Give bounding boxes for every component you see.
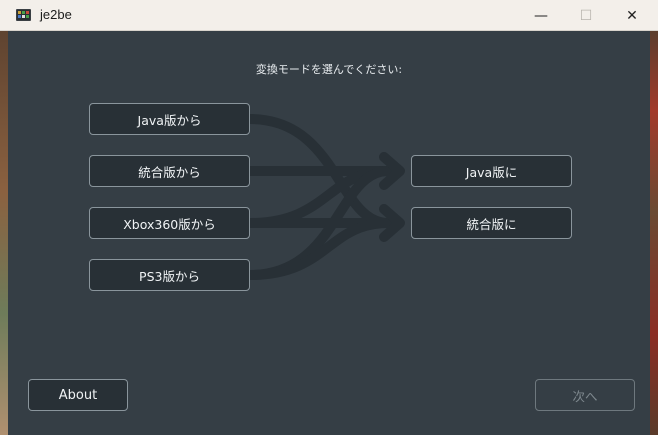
minimize-icon: — [534, 7, 548, 24]
from-java-button[interactable]: Java版から [89, 103, 250, 135]
app-icon [16, 9, 31, 21]
to-bedrock-button[interactable]: 統合版に [411, 207, 572, 239]
arrow-ps3-to-bedrock [245, 218, 393, 280]
mode-prompt: 変換モードを選んでください: [255, 63, 403, 76]
app-window: je2be — ☐ ✕ 変換モードを選んでください: Java版から 統合版から… [0, 0, 658, 435]
close-icon: ✕ [626, 7, 638, 24]
minimize-button[interactable]: — [518, 0, 564, 31]
next-button[interactable]: 次へ [535, 379, 635, 411]
from-ps3-button[interactable]: PS3版から [89, 259, 250, 291]
close-button[interactable]: ✕ [609, 0, 655, 31]
from-bedrock-button[interactable]: 統合版から [89, 155, 250, 187]
main-panel: 変換モードを選んでください: Java版から 統合版から Xbox360版から … [8, 31, 650, 435]
title-bar[interactable]: je2be — ☐ ✕ [0, 0, 658, 31]
from-xbox360-button[interactable]: Xbox360版から [89, 207, 250, 239]
maximize-icon: ☐ [579, 7, 593, 24]
about-button[interactable]: About [28, 379, 128, 411]
window-title: je2be [40, 7, 72, 22]
maximize-button[interactable]: ☐ [563, 0, 609, 31]
to-java-button[interactable]: Java版に [411, 155, 572, 187]
